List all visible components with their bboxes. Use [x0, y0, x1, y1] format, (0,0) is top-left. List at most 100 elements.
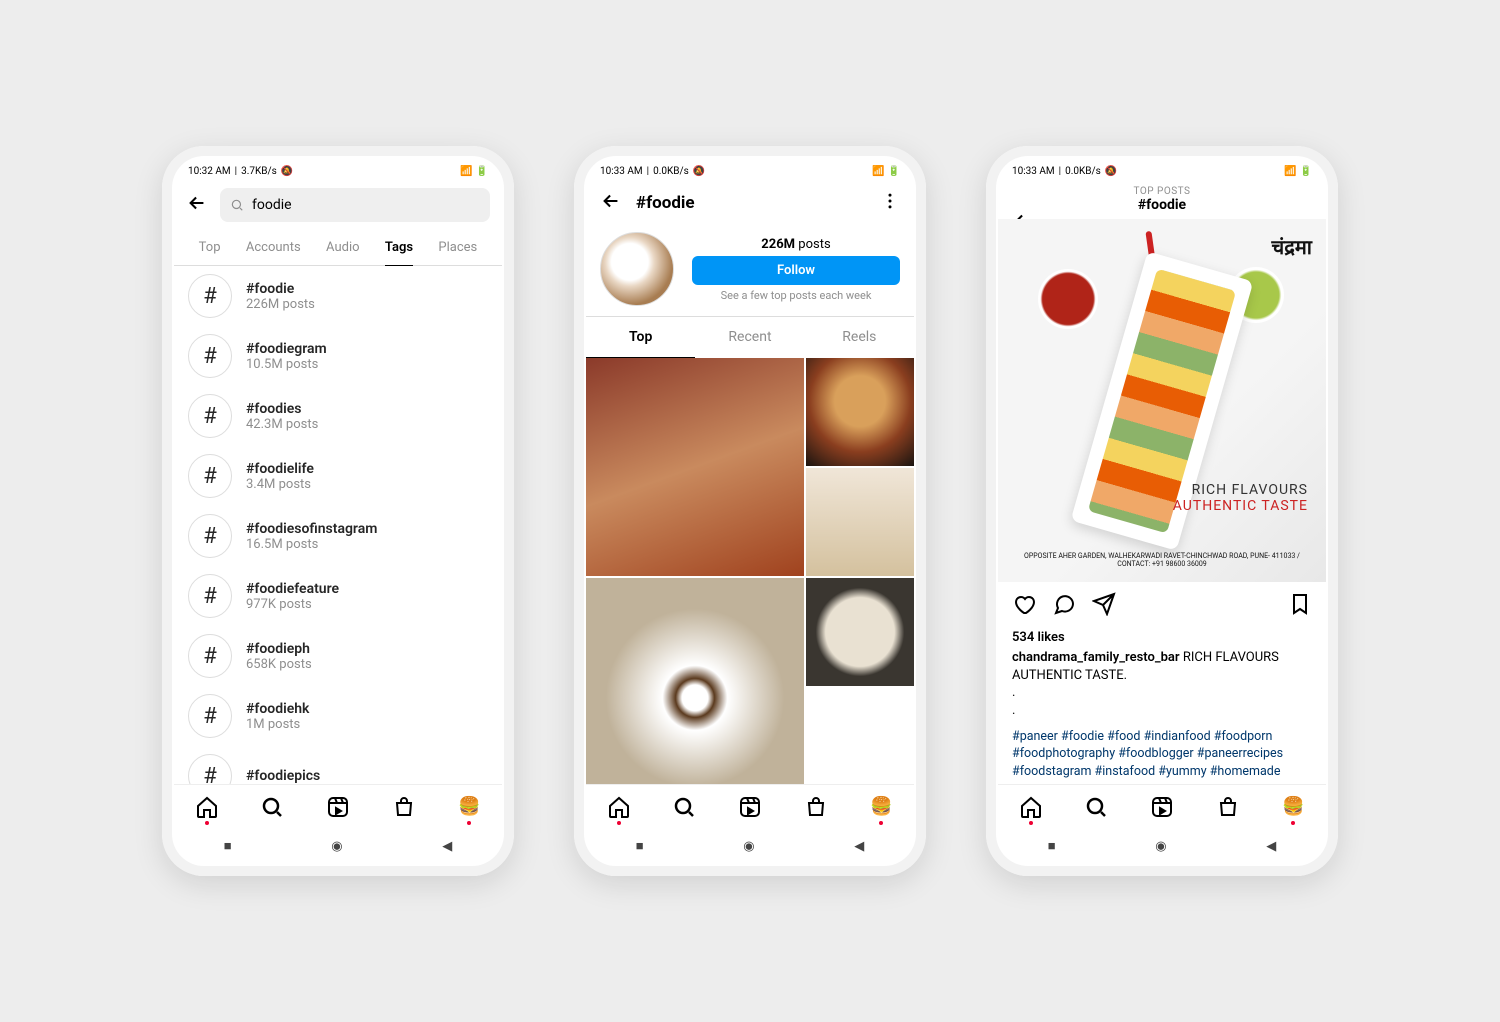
wifi-icon: 📶 — [1284, 166, 1296, 177]
system-nav: ■ ◉ ◀ — [998, 828, 1326, 864]
battery-icon: 🔋 — [1300, 166, 1312, 177]
system-nav: ■ ◉ ◀ — [174, 828, 502, 864]
tag-row[interactable]: ##foodiepics — [174, 746, 502, 784]
nav-shop[interactable] — [391, 794, 417, 820]
status-time: 10:33 AM — [1012, 166, 1055, 177]
silent-icon: 🔕 — [693, 166, 705, 177]
grid-post[interactable] — [806, 358, 914, 466]
wifi-icon: 📶 — [872, 166, 884, 177]
tab-accounts[interactable]: Accounts — [246, 230, 301, 265]
nav-shop[interactable] — [1215, 794, 1241, 820]
silent-icon: 🔕 — [281, 166, 293, 177]
hash-icon: # — [188, 694, 232, 738]
tab-top[interactable]: Top — [199, 230, 221, 265]
sys-recents[interactable]: ■ — [224, 838, 232, 854]
post-header: TOP POSTS #foodie — [998, 180, 1326, 219]
hash-icon: # — [188, 274, 232, 318]
nav-profile[interactable]: 🍔 — [456, 794, 482, 820]
follow-note: See a few top posts each week — [721, 289, 872, 302]
tag-row[interactable]: ##foodiesofinstagram16.5M posts — [174, 506, 502, 566]
battery-icon: 🔋 — [888, 166, 900, 177]
username[interactable]: chandrama_family_resto_bar — [1012, 650, 1180, 665]
nav-profile[interactable]: 🍔 — [868, 794, 894, 820]
tab-places[interactable]: Places — [438, 230, 477, 265]
post-count: 226M posts — [761, 237, 830, 252]
hash-icon: # — [188, 454, 232, 498]
statusbar: 10:32 AM | 3.7KB/s 🔕 📶🔋 — [174, 158, 502, 180]
status-time: 10:32 AM — [188, 166, 231, 177]
statusbar: 10:33 AM | 0.0KB/s 🔕 📶🔋 — [998, 158, 1326, 180]
post-caption: chandrama_family_resto_bar RICH FLAVOURS… — [998, 645, 1326, 723]
follow-button[interactable]: Follow — [692, 256, 900, 285]
post-hashtags[interactable]: #paneer #foodie #food #indianfood #foodp… — [998, 724, 1326, 785]
sys-back[interactable]: ◀ — [442, 839, 452, 854]
page-title: #foodie — [636, 193, 695, 213]
likes-count[interactable]: 534 likes — [998, 630, 1326, 645]
back-icon[interactable] — [186, 192, 208, 218]
phone-hashtag: 10:33 AM | 0.0KB/s 🔕 📶🔋 #foodie 226M pos… — [574, 146, 926, 876]
tag-row[interactable]: ##foodielife3.4M posts — [174, 446, 502, 506]
tab-audio[interactable]: Audio — [326, 230, 359, 265]
tag-row[interactable]: ##foodieph658K posts — [174, 626, 502, 686]
system-nav: ■ ◉ ◀ — [586, 828, 914, 864]
bookmark-icon[interactable] — [1288, 592, 1312, 620]
sys-home[interactable]: ◉ — [331, 839, 342, 854]
hash-icon: # — [188, 574, 232, 618]
tag-results: ##foodie226M posts ##foodiegram10.5M pos… — [174, 266, 502, 784]
tab-top[interactable]: Top — [586, 317, 695, 358]
tab-reels[interactable]: Reels — [805, 317, 914, 358]
hashtag-avatar — [600, 232, 674, 306]
header-label: TOP POSTS — [998, 186, 1326, 197]
sys-back[interactable]: ◀ — [854, 839, 864, 854]
sys-recents[interactable]: ■ — [636, 838, 644, 854]
nav-profile[interactable]: 🍔 — [1280, 794, 1306, 820]
header-title: #foodie — [998, 197, 1326, 213]
tag-row[interactable]: ##foodiegram10.5M posts — [174, 326, 502, 386]
nav-home[interactable] — [194, 794, 220, 820]
post-grid — [586, 358, 914, 784]
status-net: 3.7KB/s — [241, 166, 277, 177]
sys-home[interactable]: ◉ — [1155, 839, 1166, 854]
phone-search: 10:32 AM | 3.7KB/s 🔕 📶🔋 Top Accounts Aud… — [162, 146, 514, 876]
bottom-nav: 🍔 — [174, 784, 502, 828]
nav-shop[interactable] — [803, 794, 829, 820]
search-input[interactable] — [220, 188, 490, 222]
bottom-nav: 🍔 — [998, 784, 1326, 828]
grid-post[interactable] — [586, 578, 804, 784]
tab-recent[interactable]: Recent — [695, 317, 804, 358]
search-field[interactable] — [252, 197, 480, 213]
nav-search[interactable] — [671, 794, 697, 820]
tag-row[interactable]: ##foodies42.3M posts — [174, 386, 502, 446]
hash-icon: # — [188, 394, 232, 438]
back-icon[interactable] — [600, 190, 622, 216]
nav-home[interactable] — [1018, 794, 1044, 820]
nav-reels[interactable] — [737, 794, 763, 820]
more-icon[interactable] — [880, 191, 900, 215]
comment-icon[interactable] — [1052, 592, 1076, 620]
wifi-icon: 📶 — [460, 166, 472, 177]
nav-search[interactable] — [1083, 794, 1109, 820]
like-icon[interactable] — [1012, 592, 1036, 620]
tag-row[interactable]: ##foodiefeature977K posts — [174, 566, 502, 626]
sys-recents[interactable]: ■ — [1048, 838, 1056, 854]
search-tabs: Top Accounts Audio Tags Places — [174, 230, 502, 266]
nav-home[interactable] — [606, 794, 632, 820]
grid-post[interactable] — [586, 358, 804, 576]
nav-reels[interactable] — [325, 794, 351, 820]
tab-tags[interactable]: Tags — [385, 230, 413, 265]
status-net: 0.0KB/s — [1065, 166, 1101, 177]
share-icon[interactable] — [1092, 592, 1116, 620]
grid-post[interactable] — [806, 468, 914, 576]
post-image[interactable]: चंद्रमा RICH FLAVOURSAUTHENTIC TASTE OPP… — [998, 219, 1326, 582]
silent-icon: 🔕 — [1105, 166, 1117, 177]
battery-icon: 🔋 — [476, 166, 488, 177]
tag-row[interactable]: ##foodie226M posts — [174, 266, 502, 326]
tagline: RICH FLAVOURSAUTHENTIC TASTE — [1173, 482, 1308, 514]
nav-reels[interactable] — [1149, 794, 1175, 820]
sys-home[interactable]: ◉ — [743, 839, 754, 854]
grid-post[interactable] — [806, 578, 914, 686]
nav-search[interactable] — [259, 794, 285, 820]
hash-icon: # — [188, 334, 232, 378]
tag-row[interactable]: ##foodiehk1M posts — [174, 686, 502, 746]
sys-back[interactable]: ◀ — [1266, 839, 1276, 854]
